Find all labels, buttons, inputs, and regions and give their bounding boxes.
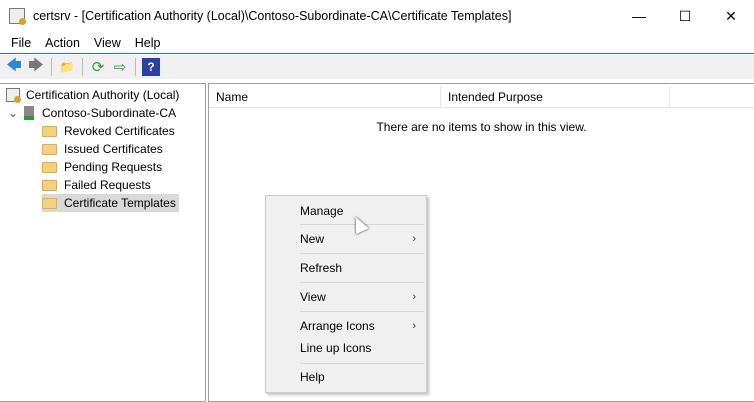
menu-action[interactable]: Action (38, 36, 87, 50)
chevron-right-icon: › (412, 320, 416, 332)
tree-item-pending-requests[interactable]: Pending Requests (42, 158, 162, 176)
tree-root[interactable]: Certification Authority (Local) (6, 86, 179, 104)
column-header-intended-purpose[interactable]: Intended Purpose (441, 86, 670, 108)
menu-item-label: View (300, 290, 326, 304)
folder-icon (42, 125, 57, 137)
tree-item-label: Revoked Certificates (64, 124, 175, 138)
tree-root-label: Certification Authority (Local) (26, 88, 180, 102)
certificate-authority-icon (6, 88, 21, 103)
tree-pane: Certification Authority (Local) ⌄ Contos… (0, 83, 206, 402)
menu-help[interactable]: Help (128, 36, 168, 50)
close-button[interactable]: ✕ (708, 0, 754, 32)
tree-item-failed-requests[interactable]: Failed Requests (42, 176, 151, 194)
tree-item-certificate-templates[interactable]: Certificate Templates (42, 194, 179, 212)
menu-item-line-up-icons[interactable]: Line up Icons (266, 337, 426, 359)
title-bar: certsrv - [Certification Authority (Loca… (0, 0, 754, 32)
menu-item-label: Line up Icons (300, 341, 372, 355)
column-header-row: Name Intended Purpose (209, 86, 754, 108)
tree-ca-label: Contoso-Subordinate-CA (42, 106, 177, 120)
tree-item-label: Certificate Templates (64, 196, 176, 210)
menu-item-label: Refresh (300, 261, 343, 275)
toolbar: 🡄 🡆 📁 ⟳ ⇨ ? (0, 55, 754, 79)
window-title: certsrv - [Certification Authority (Loca… (33, 9, 512, 23)
menu-bar: File Action View Help (0, 32, 754, 53)
menu-item-help[interactable]: Help (266, 366, 426, 388)
menu-item-new[interactable]: New › (266, 228, 426, 250)
certsrv-app-icon (9, 8, 26, 25)
minimize-button[interactable]: — (616, 0, 662, 32)
menu-item-label: Help (300, 370, 325, 384)
menu-item-refresh[interactable]: Refresh (266, 257, 426, 279)
menu-item-view[interactable]: View › (266, 286, 426, 308)
menu-separator (300, 363, 424, 364)
menu-item-label: Arrange Icons (300, 319, 375, 333)
folder-icon (42, 143, 57, 155)
menu-item-label: Manage (300, 204, 344, 218)
divider (0, 53, 754, 54)
chevron-right-icon: › (412, 233, 416, 245)
refresh-icon[interactable]: ⟳ (89, 58, 107, 76)
back-arrow-icon[interactable]: 🡄 (5, 57, 23, 76)
export-list-icon[interactable]: ⇨ (111, 58, 129, 76)
tree-item-label: Failed Requests (64, 178, 151, 192)
toolbar-separator (51, 58, 52, 76)
help-icon[interactable]: ? (142, 58, 160, 76)
menu-view[interactable]: View (87, 36, 128, 50)
up-folder-icon[interactable]: 📁 (58, 58, 76, 76)
menu-separator (300, 282, 424, 283)
maximize-button[interactable]: ☐ (662, 0, 708, 32)
forward-arrow-icon[interactable]: 🡆 (27, 57, 45, 76)
menu-file[interactable]: File (4, 36, 38, 50)
tree-ca-node[interactable]: ⌄ Contoso-Subordinate-CA (8, 104, 176, 122)
tree-item-label: Pending Requests (64, 160, 163, 174)
server-icon (24, 106, 34, 120)
tree-item-label: Issued Certificates (64, 142, 163, 156)
tree-item-issued-certificates[interactable]: Issued Certificates (42, 140, 163, 158)
folder-icon (42, 197, 57, 209)
toolbar-separator (82, 58, 83, 76)
chevron-right-icon: › (412, 291, 416, 303)
tree-item-revoked-certificates[interactable]: Revoked Certificates (42, 122, 175, 140)
menu-separator (300, 311, 424, 312)
menu-item-manage[interactable]: Manage (266, 200, 426, 222)
empty-list-message: There are no items to show in this view. (376, 120, 587, 134)
column-header-name[interactable]: Name (209, 86, 441, 108)
menu-item-arrange-icons[interactable]: Arrange Icons › (266, 315, 426, 337)
folder-icon (42, 161, 57, 173)
context-menu: Manage New › Refresh View › Arrange Icons ›… (265, 195, 427, 393)
folder-icon (42, 179, 57, 191)
toolbar-separator (135, 58, 136, 76)
chevron-down-icon[interactable]: ⌄ (8, 106, 20, 120)
menu-separator (300, 253, 424, 254)
menu-item-label: New (300, 232, 325, 246)
